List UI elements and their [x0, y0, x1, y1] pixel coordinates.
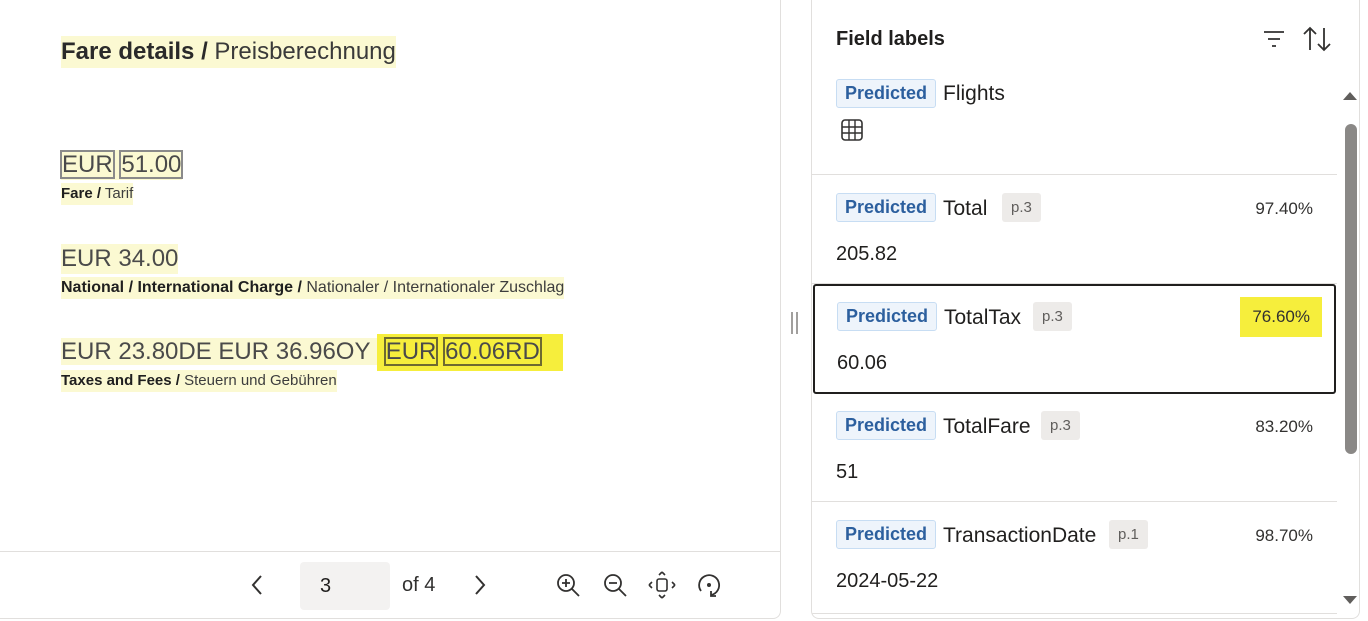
document-viewer: Fare details / Preisberechnung EUR 51.00…: [0, 0, 781, 619]
field-name: TotalTax: [944, 306, 1022, 329]
charge-label-rest: Nationaler / Internationaler Zuschlag: [301, 279, 565, 296]
fit-page-button[interactable]: [647, 570, 677, 600]
field-value: 51: [836, 461, 859, 483]
zoom-in-icon: [557, 574, 580, 597]
charge-label: National / International Charge / Nation…: [61, 277, 565, 299]
taxes-amount: EUR 23.80DE EUR 36.96OY EUR 60.06RD: [61, 334, 563, 371]
scroll-up-arrow-icon[interactable]: [1343, 92, 1357, 100]
confidence-score: 97.40%: [1255, 199, 1313, 218]
predicted-badge: Predicted: [836, 193, 937, 222]
field-item-transactiondate[interactable]: Predicted TransactionDate p.1 98.70% 202…: [812, 502, 1337, 614]
field-item-totaltax[interactable]: Predicted TotalTax p.3 76.60% 60.06: [813, 284, 1336, 394]
zoom-out-button[interactable]: [600, 570, 630, 600]
rotate-button[interactable]: [694, 570, 724, 600]
field-value: 205.82: [836, 243, 898, 265]
filter-icon: [1264, 31, 1284, 47]
field-value: 2024-05-22: [836, 570, 939, 592]
fare-label-rest: Tarif: [101, 185, 134, 202]
taxes-currency-word[interactable]: EUR: [383, 337, 439, 366]
page-number-input[interactable]: [300, 562, 390, 610]
taxes-label: Taxes and Fees / Steuern und Gebühren: [61, 370, 337, 392]
previous-page-button[interactable]: [242, 570, 272, 600]
confidence-score: 76.60%: [1240, 297, 1322, 337]
fare-label: Fare / Tarif: [61, 183, 134, 205]
field-value: 60.06: [837, 352, 888, 374]
rotate-icon: [698, 574, 720, 597]
panel-header: Field labels: [812, 0, 1359, 78]
fare-label-bold: Fare /: [61, 185, 102, 202]
taxes-prefix: EUR 23.80DE EUR 36.96OY: [61, 338, 377, 365]
zoom-in-button[interactable]: [553, 570, 583, 600]
page-navigation-bar: of 4: [0, 551, 780, 618]
taxes-amount-word[interactable]: 60.06RD: [443, 337, 542, 366]
predicted-badge: Predicted: [836, 520, 937, 549]
sort-button[interactable]: [1302, 24, 1332, 54]
confidence-score: 83.20%: [1255, 417, 1313, 436]
field-name: Flights: [943, 82, 1005, 105]
predicted-badge: Predicted: [837, 302, 938, 331]
page-count-label: of 4: [402, 574, 436, 596]
sort-icon: [1303, 26, 1331, 52]
taxes-label-bold: Taxes and Fees /: [61, 372, 180, 389]
taxes-selected-region[interactable]: EUR 60.06RD: [376, 334, 563, 371]
fit-page-icon: [648, 571, 676, 599]
predicted-badge: Predicted: [836, 79, 937, 108]
field-labels-panel: Field labels Predicted Flights Predicted…: [811, 0, 1360, 619]
page-tag: p.1: [1109, 520, 1148, 549]
predicted-badge: Predicted: [836, 411, 937, 440]
chevron-left-icon: [251, 575, 262, 595]
scroll-down-arrow-icon[interactable]: [1343, 596, 1357, 604]
page-tag: p.3: [1033, 302, 1072, 331]
panel-scrollbar[interactable]: [1341, 88, 1357, 608]
confidence-score: 98.70%: [1255, 526, 1313, 545]
charge-amount: EUR 34.00: [61, 244, 179, 274]
fare-currency-word[interactable]: EUR: [60, 150, 115, 179]
field-list: Predicted Flights Predicted Total p.3 97…: [812, 78, 1342, 618]
table-grid-icon: [841, 119, 863, 141]
taxes-label-rest: Steuern und Gebühren: [179, 372, 337, 389]
filter-button[interactable]: [1259, 24, 1289, 54]
field-item-total[interactable]: Predicted Total p.3 97.40% 205.82: [812, 175, 1337, 284]
table-icon[interactable]: [840, 118, 864, 147]
field-name: TotalFare: [943, 415, 1031, 438]
doc-title-rest: Preisberechnung: [207, 38, 396, 65]
field-name: Total: [943, 197, 988, 220]
zoom-out-icon: [604, 574, 627, 597]
page-tag: p.3: [1002, 193, 1041, 222]
fare-amount-word[interactable]: 51.00: [119, 150, 184, 179]
charge-label-bold: National / International Charge /: [61, 279, 302, 296]
field-name: TransactionDate: [943, 524, 1097, 547]
doc-section-title: Fare details / Preisberechnung: [61, 36, 396, 68]
chevron-right-icon: [475, 575, 486, 595]
fare-amount: EUR 51.00: [60, 150, 184, 180]
doc-title-bold: Fare details /: [61, 38, 208, 65]
document-page: Fare details / Preisberechnung EUR 51.00…: [0, 0, 780, 551]
scroll-thumb[interactable]: [1345, 124, 1357, 454]
field-item-totalfare[interactable]: Predicted TotalFare p.3 83.20% 51: [812, 394, 1337, 502]
page-tag: p.3: [1041, 411, 1080, 440]
next-page-button[interactable]: [465, 570, 495, 600]
panel-resize-handle[interactable]: [789, 312, 799, 338]
field-item-flights[interactable]: Predicted Flights: [812, 78, 1337, 175]
panel-title: Field labels: [836, 28, 945, 50]
